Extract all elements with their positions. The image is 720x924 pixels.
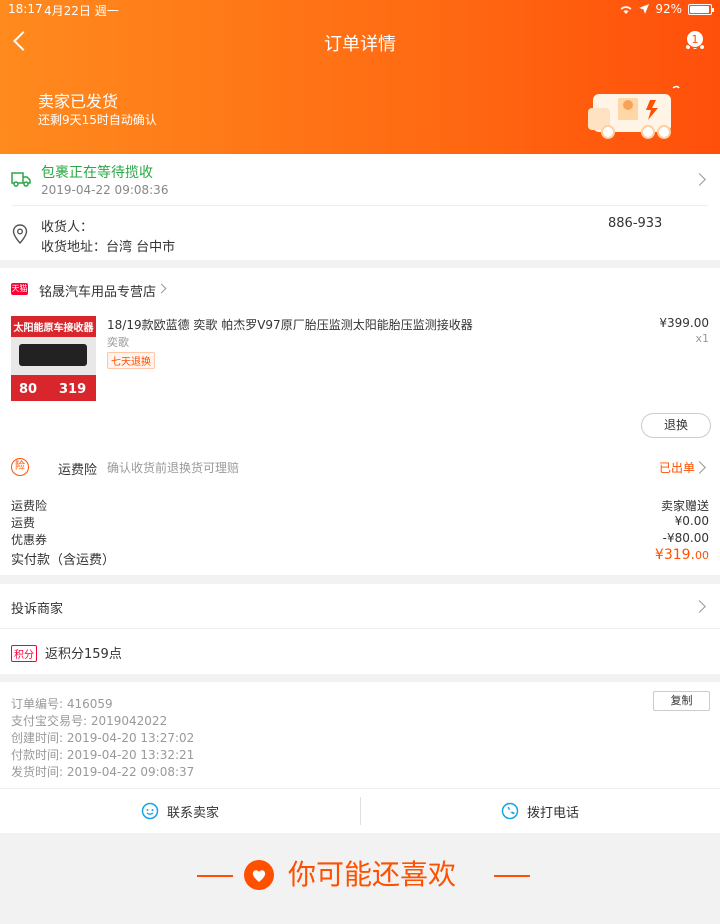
points-text: 返积分159点: [45, 647, 122, 662]
receiver-phone: 886-933: [608, 216, 663, 231]
complaint-label: 投诉商家: [11, 602, 64, 617]
logistics-time: 2019-04-22 09:08:36: [41, 183, 169, 197]
points-row: 积分 返积分159点: [0, 628, 720, 674]
fee-label: 运费险: [11, 499, 48, 513]
notification-badge: 1: [686, 30, 704, 48]
recommend-title: 你可能还喜欢: [288, 858, 457, 891]
contact-seller-button[interactable]: 联系卖家: [0, 789, 360, 833]
product-price: ¥399.00: [659, 316, 709, 330]
total-label: 实付款（含运费）: [11, 553, 116, 568]
wifi-icon: [620, 5, 632, 14]
refund-exchange-button[interactable]: 退换: [641, 413, 711, 438]
total-value: ¥319.00: [654, 547, 709, 563]
chevron-right-icon: [693, 173, 706, 186]
logistics-address-card: 包裹正在等待揽收 2019-04-22 09:08:36 收货人： 886-93…: [0, 154, 720, 260]
battery-percent: 92%: [655, 2, 682, 16]
tmall-icon: 天猫: [11, 283, 28, 295]
fee-row-insurance: 运费险 卖家赠送: [11, 497, 709, 514]
fee-row-coupon: 优惠券 -¥80.00: [11, 531, 709, 548]
delivery-truck-illustration: [588, 85, 680, 139]
order-info-card: 订单编号: 416059 支付宝交易号: 2019042022 创建时间: 20…: [0, 682, 720, 833]
fee-label: 运费: [11, 516, 36, 530]
product-image-price2: 319: [59, 382, 87, 397]
order-status-header: 18:17 4月22日 週一 92% 订单详情 1 卖家已发货 还剩9天15时自…: [0, 0, 720, 154]
product-sku: 奕歌: [107, 336, 129, 349]
order-items-card: 天猫 铭晟汽车用品专营店 太阳能原车接收器 80 319 18/19款欧蓝德 奕…: [0, 268, 720, 575]
product-title[interactable]: 18/19款欧蓝德 奕歌 帕杰罗V97原厂胎压监测太阳能胎压监测接收器: [107, 316, 627, 333]
seven-day-return-tag: 七天退换: [107, 352, 155, 369]
product-image-title: 太阳能原车接收器: [11, 316, 96, 337]
product-image-price1: 80: [19, 382, 38, 397]
page-title: 订单详情: [324, 34, 396, 55]
status-bar: 18:17 4月22日 週一 92%: [0, 0, 720, 20]
fee-label: 优惠券: [11, 533, 48, 547]
points-tag: 积分: [11, 645, 37, 662]
alipay-number: 支付宝交易号: 2019042022: [11, 714, 168, 728]
fee-value: -¥80.00: [662, 531, 709, 545]
truck-icon: [11, 172, 31, 187]
product-quantity: x1: [695, 332, 709, 345]
product-device-graphic: [19, 344, 87, 366]
actions-card: 投诉商家 积分 返积分159点: [0, 584, 720, 674]
insurance-label: 运费险: [58, 463, 98, 478]
recommendation-section: 你可能还喜欢: [0, 833, 720, 924]
location-arrow-icon: [639, 4, 650, 14]
fee-value: ¥0.00: [674, 514, 709, 528]
battery-icon: [688, 3, 714, 15]
phone-icon: [501, 802, 519, 820]
insurance-description: 确认收货前退换货可理赔: [107, 461, 240, 475]
logistics-row[interactable]: 包裹正在等待揽收 2019-04-22 09:08:36: [0, 154, 720, 204]
fee-row-shipping: 运费 ¥0.00: [11, 514, 709, 531]
contact-seller-label: 联系卖家: [166, 805, 219, 821]
copy-order-number-button[interactable]: 复制: [653, 691, 710, 711]
divider: [12, 205, 708, 206]
more-menu-button[interactable]: 1: [686, 30, 708, 49]
shop-name: 铭晟汽车用品专营店: [39, 285, 157, 300]
insurance-icon: 险: [11, 458, 29, 476]
order-number: 订单编号: 416059: [11, 697, 113, 711]
logistics-status: 包裹正在等待揽收: [41, 165, 153, 181]
paid-time: 付款时间: 2019-04-20 13:32:21: [11, 748, 195, 762]
shop-header[interactable]: 天猫 铭晟汽车用品专营店: [0, 268, 720, 308]
status-time: 18:17: [8, 2, 43, 16]
contact-bar: 联系卖家 拨打电话: [0, 789, 720, 833]
chevron-right-icon: [693, 600, 706, 613]
shipping-insurance-row[interactable]: 险 运费险 确认收货前退换货可理赔 已出单: [0, 450, 720, 486]
location-pin-icon: [12, 224, 28, 244]
call-phone-label: 拨打电话: [526, 805, 579, 821]
navigation-bar: 订单详情 1: [0, 20, 720, 64]
order-status: 卖家已发货: [38, 92, 119, 111]
complaint-row[interactable]: 投诉商家: [0, 584, 720, 628]
decorative-line: [494, 875, 530, 877]
call-phone-button[interactable]: 拨打电话: [360, 789, 720, 833]
total-paid-row: 实付款（含运费） ¥319.00: [11, 547, 709, 568]
auto-confirm-countdown: 还剩9天15时自动确认: [38, 113, 157, 127]
shipped-time: 发货时间: 2019-04-22 09:08:37: [11, 765, 195, 779]
product-image[interactable]: 太阳能原车接收器 80 319: [11, 316, 96, 401]
fee-value: 卖家赠送: [660, 499, 709, 513]
receiver-address: 收货地址：台湾 台中市: [41, 240, 176, 255]
insurance-status: 已出单: [658, 461, 695, 475]
decorative-line: [197, 875, 233, 877]
receiver-label: 收货人：: [41, 220, 94, 235]
heart-icon: [244, 860, 274, 890]
chevron-right-icon: [156, 283, 167, 294]
status-date: 4月22日 週一: [44, 4, 119, 18]
chevron-right-icon: [693, 461, 706, 474]
created-time: 创建时间: 2019-04-20 13:27:02: [11, 731, 195, 745]
chat-icon: [141, 802, 159, 820]
